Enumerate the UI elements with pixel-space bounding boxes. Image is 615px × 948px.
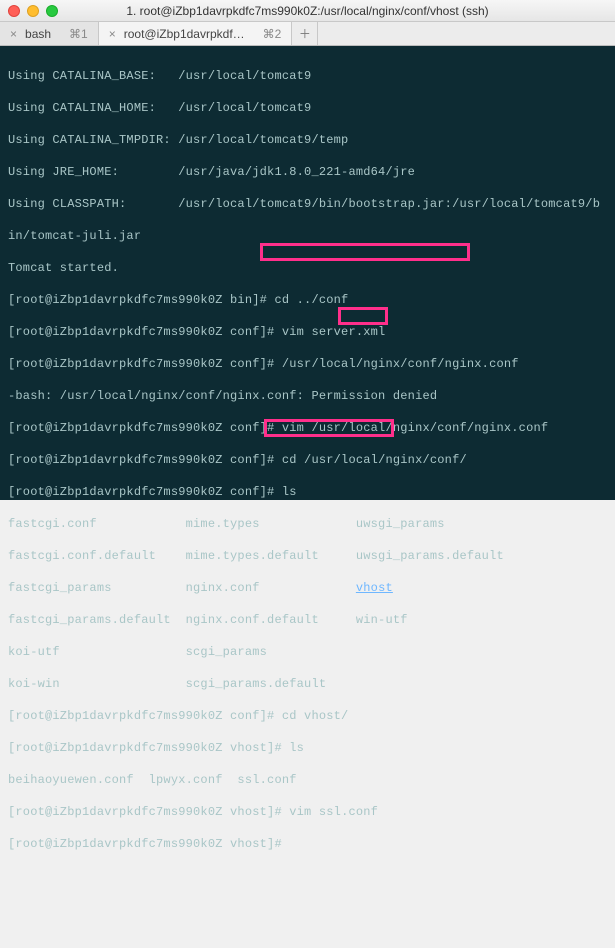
terminal-line: Tomcat started. xyxy=(8,260,607,276)
close-icon[interactable]: × xyxy=(10,27,17,41)
tab-label: root@iZbp1davrpkdf… xyxy=(124,27,245,41)
terminal-line: koi-win scgi_params.default xyxy=(8,676,607,692)
terminal-line: Using JRE_HOME: /usr/java/jdk1.8.0_221-a… xyxy=(8,164,607,180)
highlight-box xyxy=(260,243,470,261)
terminal-line: fastcgi_params.default nginx.conf.defaul… xyxy=(8,612,607,628)
terminal-line: [root@iZbp1davrpkdfc7ms990k0Z conf]# /us… xyxy=(8,356,607,372)
terminal-line: fastcgi_params nginx.conf vhost xyxy=(8,580,607,596)
terminal-line: [root@iZbp1davrpkdfc7ms990k0Z conf]# cd … xyxy=(8,452,607,468)
terminal-line: [root@iZbp1davrpkdfc7ms990k0Z vhost]# ls xyxy=(8,740,607,756)
traffic-lights xyxy=(8,5,58,17)
terminal-line: [root@iZbp1davrpkdfc7ms990k0Z conf]# cd … xyxy=(8,708,607,724)
tab-bash[interactable]: × bash ⌘1 xyxy=(0,22,99,45)
tab-label: bash xyxy=(25,27,51,41)
close-icon[interactable]: × xyxy=(109,27,116,41)
terminal-line: [root@iZbp1davrpkdfc7ms990k0Z vhost]# vi… xyxy=(8,804,607,820)
window-title: 1. root@iZbp1davrpkdfc7ms990k0Z:/usr/loc… xyxy=(126,4,488,18)
terminal-line: in/tomcat-juli.jar xyxy=(8,228,607,244)
terminal-line: [root@iZbp1davrpkdfc7ms990k0Z conf]# ls xyxy=(8,484,607,500)
zoom-icon[interactable] xyxy=(46,5,58,17)
terminal-line: Using CLASSPATH: /usr/local/tomcat9/bin/… xyxy=(8,196,607,212)
plus-icon: ＋ xyxy=(299,25,311,42)
terminal-line: fastcgi.conf.default mime.types.default … xyxy=(8,548,607,564)
tab-ssh[interactable]: × root@iZbp1davrpkdf… ⌘2 xyxy=(99,22,293,45)
terminal-line: beihaoyuewen.conf lpwyx.conf ssl.conf xyxy=(8,772,607,788)
terminal-line: koi-utf scgi_params xyxy=(8,644,607,660)
minimize-icon[interactable] xyxy=(27,5,39,17)
highlight-box xyxy=(338,307,388,325)
tab-shortcut: ⌘1 xyxy=(69,27,88,41)
terminal-line: [root@iZbp1davrpkdfc7ms990k0Z conf]# vim… xyxy=(8,324,607,340)
tabbar: × bash ⌘1 × root@iZbp1davrpkdf… ⌘2 ＋ xyxy=(0,22,615,46)
terminal-line: Using CATALINA_TMPDIR: /usr/local/tomcat… xyxy=(8,132,607,148)
terminal[interactable]: Using CATALINA_BASE: /usr/local/tomcat9 … xyxy=(0,46,615,500)
terminal-line: -bash: /usr/local/nginx/conf/nginx.conf:… xyxy=(8,388,607,404)
terminal-line: [root@iZbp1davrpkdfc7ms990k0Z vhost]# xyxy=(8,836,607,852)
terminal-line: Using CATALINA_BASE: /usr/local/tomcat9 xyxy=(8,68,607,84)
add-tab-button[interactable]: ＋ xyxy=(292,22,318,45)
titlebar: 1. root@iZbp1davrpkdfc7ms990k0Z:/usr/loc… xyxy=(0,0,615,22)
terminal-line: Using CATALINA_HOME: /usr/local/tomcat9 xyxy=(8,100,607,116)
terminal-line: [root@iZbp1davrpkdfc7ms990k0Z bin]# cd .… xyxy=(8,292,607,308)
terminal-line: fastcgi.conf mime.types uwsgi_params xyxy=(8,516,607,532)
vhost-dir-link[interactable]: vhost xyxy=(356,581,393,595)
close-icon[interactable] xyxy=(8,5,20,17)
terminal-line: [root@iZbp1davrpkdfc7ms990k0Z conf]# vim… xyxy=(8,420,607,436)
tab-shortcut: ⌘2 xyxy=(263,27,282,41)
